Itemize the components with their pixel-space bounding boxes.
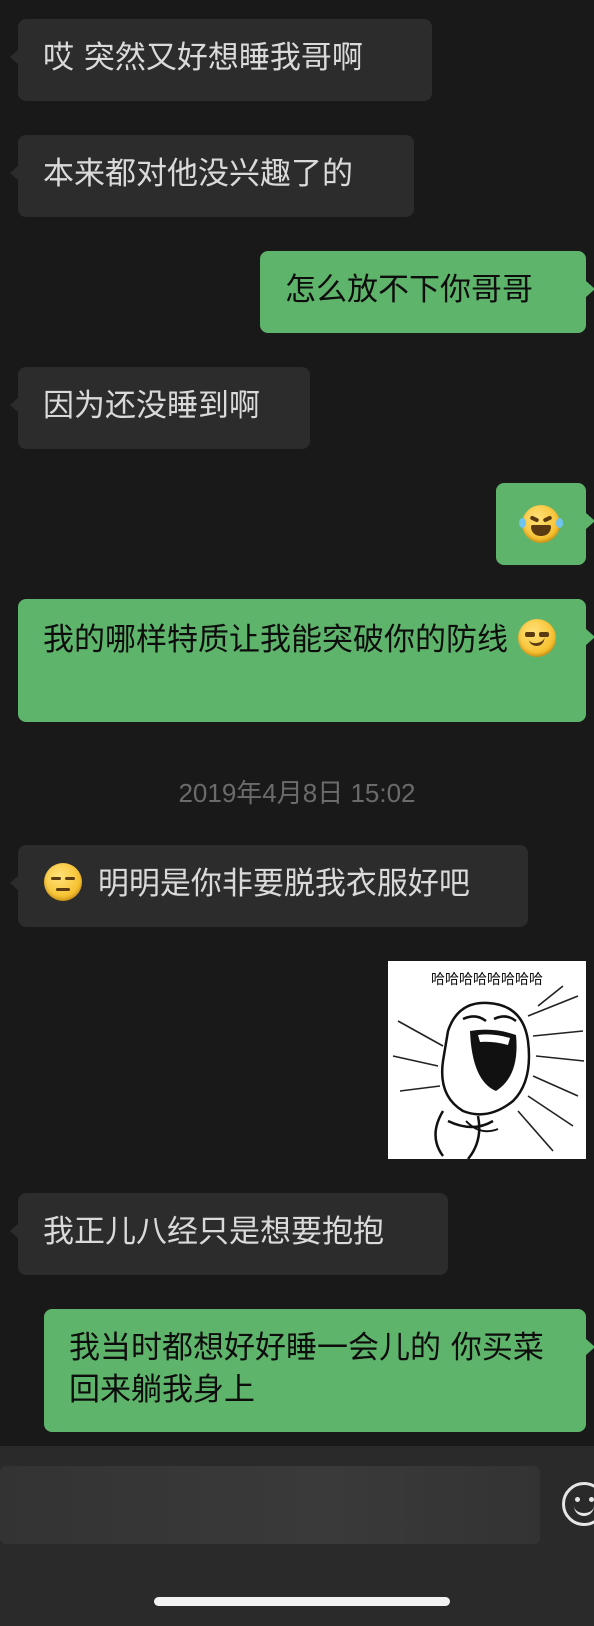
message-text: 因为还没睡到啊 <box>43 388 260 424</box>
bubble-tail <box>10 875 19 891</box>
message-bubble-outgoing[interactable]: 怎么放不下你哥哥 <box>260 251 594 333</box>
message-text: 本来都对他没兴趣了的 <box>43 156 353 192</box>
message-text: 明明是你非要脱我衣服好吧 <box>97 866 470 902</box>
unamused-emoji-icon <box>44 863 82 901</box>
laughing-meme-drawing <box>392 985 585 1159</box>
message-text: 我的哪样特质让我能突破你的防线 <box>43 622 508 658</box>
bubble-tail <box>10 397 19 413</box>
message-text: 怎么放不下你哥哥 <box>285 272 533 308</box>
message-input[interactable] <box>0 1466 540 1544</box>
bubble-tail <box>586 281 594 297</box>
sticker-image[interactable]: 哈哈哈哈哈哈哈哈 <box>388 961 586 1159</box>
laughing-crying-emoji-icon <box>519 505 563 543</box>
message-bubble-incoming[interactable]: 明明是你非要脱我衣服好吧 <box>10 845 528 927</box>
bubble-tail <box>586 513 594 529</box>
home-indicator[interactable] <box>154 1597 450 1606</box>
bubble-tail <box>586 1339 594 1355</box>
message-bubble-outgoing[interactable] <box>496 483 594 565</box>
message-text: 我正儿八经只是想要抱抱 <box>43 1214 384 1250</box>
chat-timestamp: 2019年4月8日 15:02 <box>178 778 416 808</box>
bubble-tail <box>10 1223 19 1239</box>
message-bubble-incoming[interactable]: 哎 突然又好想睡我哥啊 <box>10 19 432 101</box>
bubble-tail <box>10 165 19 181</box>
bubble-tail <box>10 49 19 65</box>
message-text: 我当时都想好好睡一会儿的 你买菜回来躺我身上 <box>69 1330 544 1408</box>
bubble-tail <box>586 629 594 645</box>
sticker-caption: 哈哈哈哈哈哈哈哈 <box>431 972 543 988</box>
message-bubble-outgoing[interactable]: 我的哪样特质让我能突破你的防线 <box>18 599 594 722</box>
smirk-emoji-icon <box>517 619 556 657</box>
message-bubble-incoming[interactable]: 我正儿八经只是想要抱抱 <box>10 1193 448 1275</box>
chat-screen: 哎 突然又好想睡我哥啊 本来都对他没兴趣了的 怎么放不下你哥哥 因为还没睡到啊 … <box>0 0 594 1626</box>
message-bubble-outgoing[interactable]: 我当时都想好好睡一会儿的 你买菜回来躺我身上 <box>44 1309 594 1432</box>
message-bubble-incoming[interactable]: 本来都对他没兴趣了的 <box>10 135 414 217</box>
message-bubble-incoming[interactable]: 因为还没睡到啊 <box>10 367 310 449</box>
message-text: 哎 突然又好想睡我哥啊 <box>43 40 363 76</box>
